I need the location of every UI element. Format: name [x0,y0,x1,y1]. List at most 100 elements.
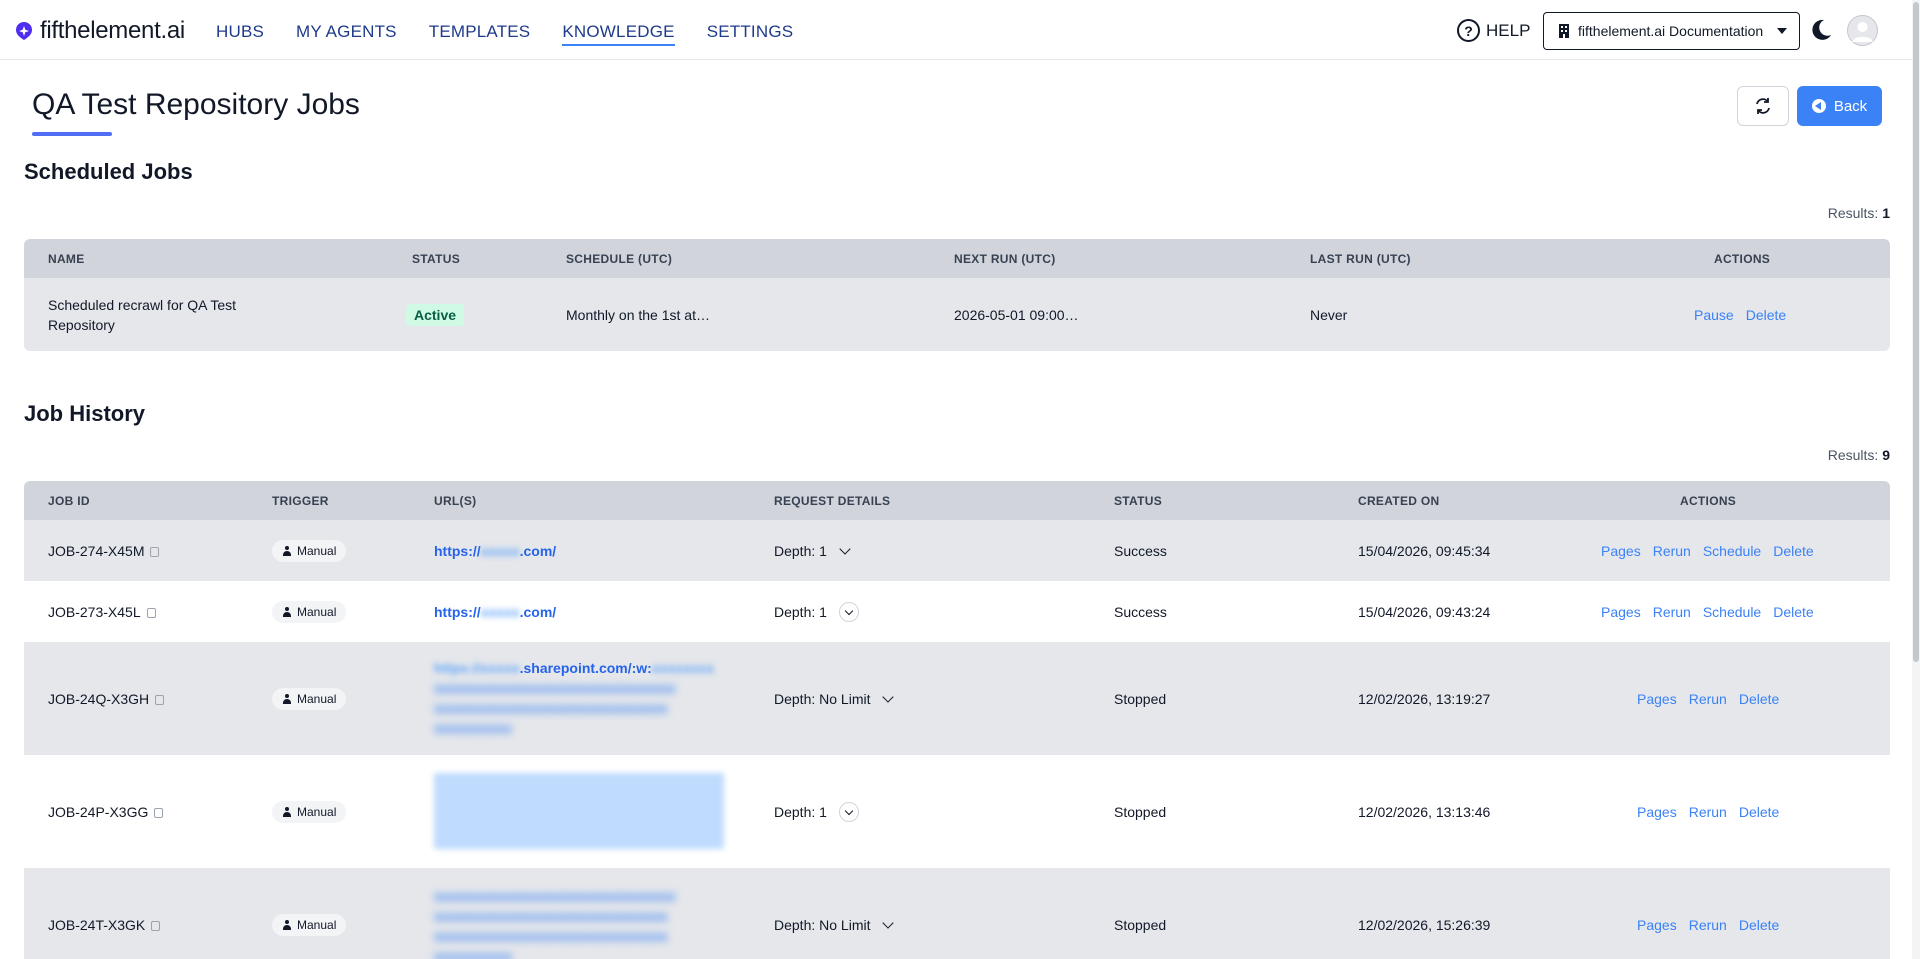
refresh-button[interactable] [1737,86,1789,126]
copy-icon[interactable] [151,921,161,932]
logo-icon [16,22,32,40]
table-header: NAME STATUS SCHEDULE (UTC) NEXT RUN (UTC… [24,239,1890,278]
scheduled-results-count: Results: 1 [1827,205,1890,221]
next-run-value: 2026-05-01 09:00… [954,307,1079,323]
scheduled-jobs-table: NAME STATUS SCHEDULE (UTC) NEXT RUN (UTC… [24,239,1890,351]
top-navigation-bar: fifthelement.ai HUBS MY AGENTS TEMPLATES… [0,0,1920,60]
workspace-selector[interactable]: fifthelement.ai Documentation [1543,12,1800,50]
job-url-link[interactable]: https://xxxxx.sharepoint.com/:w:xxxxxxxx… [434,658,724,738]
delete-button[interactable]: Delete [1739,691,1779,707]
column-header: ACTIONS [1714,252,1771,266]
delete-button[interactable]: Delete [1773,543,1813,559]
redacted-text: xxxxx [480,543,520,559]
redacted-text: xxxxx [480,604,520,620]
status-badge: Active [406,304,465,326]
pages-button[interactable]: Pages [1637,804,1677,820]
rerun-button[interactable]: Rerun [1689,691,1727,707]
job-id: JOB-24Q-X3GH [48,691,165,707]
column-header: ACTIONS [1680,494,1737,508]
redacted-url-block [434,773,724,849]
job-url-link[interactable] [434,773,724,849]
chevron-down-icon [844,606,854,615]
history-results-count: Results: 9 [1827,447,1890,463]
nav-templates[interactable]: TEMPLATES [429,0,531,60]
column-header: STATUS [412,252,461,266]
job-status: Stopped [1114,691,1167,707]
copy-icon[interactable] [154,808,164,819]
request-details: Depth: No Limit [774,917,895,933]
job-status: Stopped [1114,804,1167,820]
nav-settings[interactable]: SETTINGS [707,0,794,60]
table-row: JOB-24P-X3GG Manual Depth: 1 Stopped 12/… [24,755,1890,868]
schedule-button[interactable]: Schedule [1703,604,1761,620]
row-actions: Pages Rerun Schedule Delete [1601,543,1814,559]
job-url-link[interactable]: https://xxxxx.com/ [434,604,556,620]
pages-button[interactable]: Pages [1601,543,1641,559]
redacted-text: https://xxxxx [434,660,520,676]
chevron-down-icon[interactable] [882,917,895,929]
trigger-badge: Manual [272,801,347,823]
workspace-label: fifthelement.ai Documentation [1578,23,1764,39]
pages-button[interactable]: Pages [1637,691,1677,707]
chevron-down-icon[interactable] [882,691,895,703]
rerun-button[interactable]: Rerun [1689,804,1727,820]
column-header: TRIGGER [272,494,329,508]
rerun-button[interactable]: Rerun [1689,917,1727,933]
job-status: Stopped [1114,917,1167,933]
building-icon [1559,24,1569,38]
chevron-down-icon[interactable] [839,543,851,555]
rerun-button[interactable]: Rerun [1653,543,1691,559]
back-button[interactable]: Back [1797,86,1882,126]
created-on: 12/02/2026, 13:13:46 [1358,804,1491,820]
back-arrow-icon [1811,99,1826,113]
expand-button[interactable] [838,802,859,822]
schedule-value: Monthly on the 1st at… [566,307,710,323]
rerun-button[interactable]: Rerun [1653,604,1691,620]
delete-button[interactable]: Delete [1746,307,1786,323]
copy-icon[interactable] [146,608,156,619]
job-history-title: Job History [24,401,146,426]
copy-icon[interactable] [155,695,165,706]
nav-my-agents[interactable]: MY AGENTS [296,0,397,60]
dark-mode-toggle-icon[interactable] [1808,17,1834,43]
row-actions: Pages Rerun Delete [1637,804,1779,820]
schedule-button[interactable]: Schedule [1703,543,1761,559]
column-header: SCHEDULE (UTC) [566,252,673,266]
job-id: JOB-274-X45M [48,543,160,559]
delete-button[interactable]: Delete [1773,604,1813,620]
row-actions: Pages Rerun Delete [1637,691,1779,707]
brand-name: fifthelement.ai [40,17,185,44]
job-url-link[interactable]: xxxxxxxxxxxxxxxxxxxxxxxxxxxxxxx xxxxxxxx… [434,886,724,959]
scrollbar-thumb[interactable] [1913,2,1919,662]
pages-button[interactable]: Pages [1637,917,1677,933]
brand-logo[interactable]: fifthelement.ai [14,17,185,45]
row-actions: Pages Rerun Delete [1637,917,1779,933]
table-row: JOB-24T-X3GK Manual xxxxxxxxxxxxxxxxxxxx… [24,868,1890,959]
pause-button[interactable]: Pause [1694,307,1734,323]
table-header: JOB ID TRIGGER URL(S) REQUEST DETAILS ST… [24,481,1890,520]
person-icon [282,807,292,817]
column-header: JOB ID [48,494,90,508]
job-status: Success [1114,543,1167,559]
delete-button[interactable]: Delete [1739,917,1779,933]
redacted-text: xxxxxxxx [651,660,715,676]
request-details: Depth: 1 [774,802,859,822]
nav-knowledge[interactable]: KNOWLEDGE [562,0,676,60]
column-header: REQUEST DETAILS [774,494,891,508]
delete-button[interactable]: Delete [1739,804,1779,820]
person-icon [282,607,292,617]
row-actions: Pages Rerun Schedule Delete [1601,604,1814,620]
pages-button[interactable]: Pages [1601,604,1641,620]
job-id: JOB-273-X45L [48,604,156,620]
user-avatar[interactable] [1847,15,1878,46]
copy-icon[interactable] [150,547,160,558]
job-url-link[interactable]: https://xxxxx.com/ [434,543,556,559]
expand-button[interactable] [838,602,859,622]
help-button[interactable]: ? HELP [1457,19,1530,42]
nav-hubs[interactable]: HUBS [216,0,264,60]
trigger-badge: Manual [272,914,347,936]
request-details: Depth: 1 [774,543,851,559]
scheduled-jobs-title: Scheduled Jobs [24,159,193,184]
trigger-badge: Manual [272,540,347,562]
user-avatar-icon [1847,15,1878,46]
